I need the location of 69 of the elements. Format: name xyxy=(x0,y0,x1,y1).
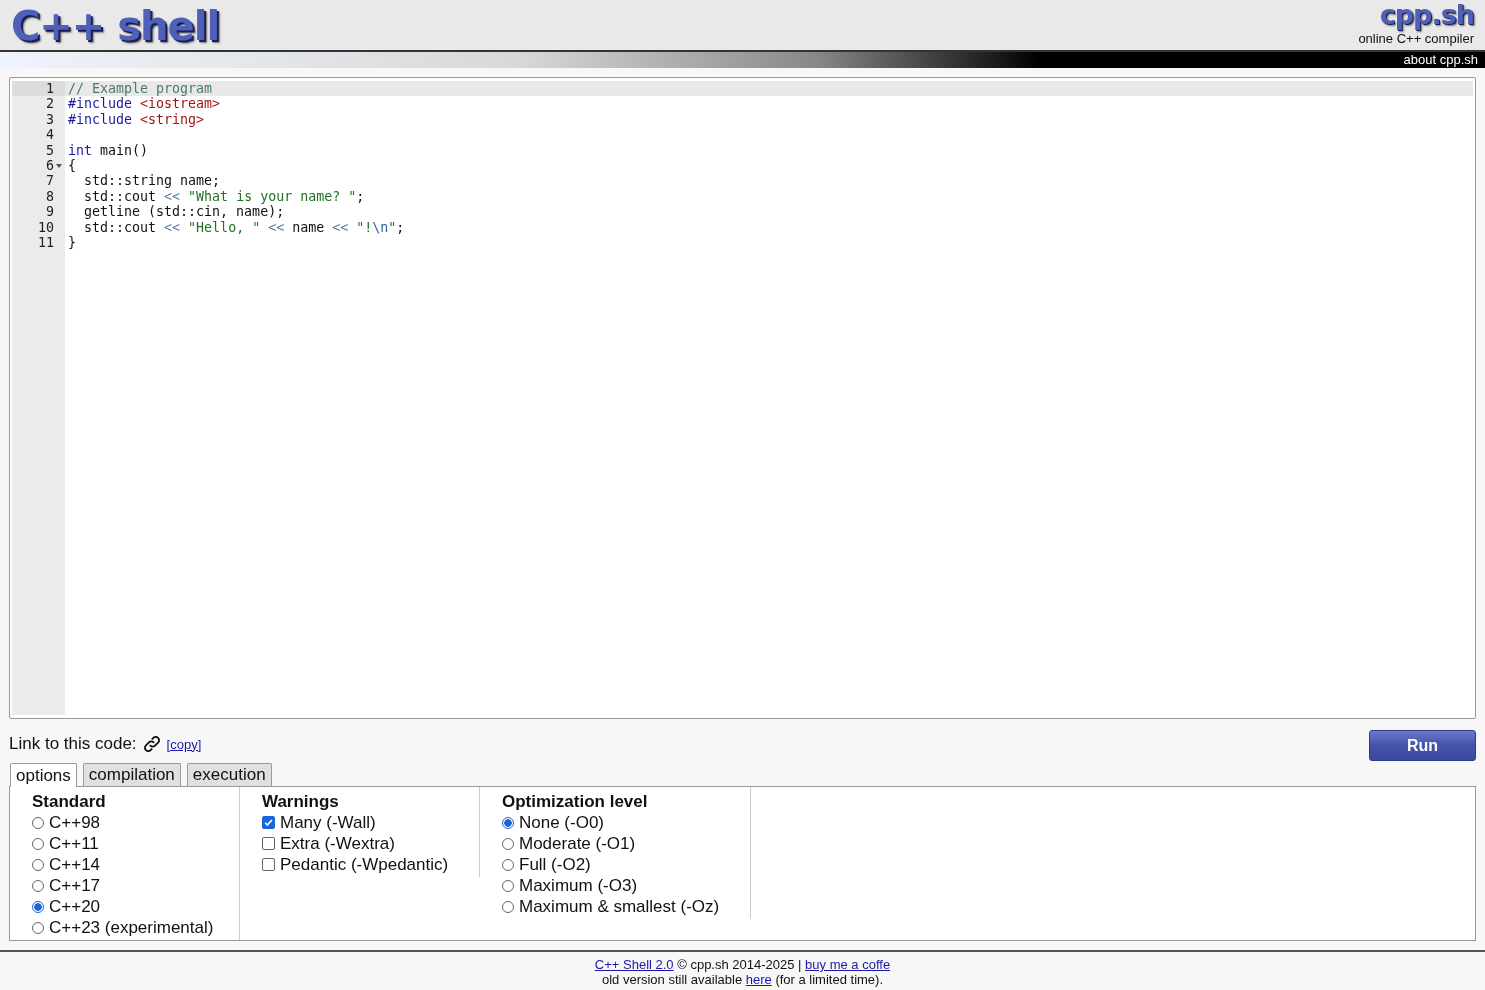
radio-button[interactable] xyxy=(502,858,514,871)
checkbox[interactable] xyxy=(262,858,275,871)
line-number: 7 xyxy=(46,173,54,189)
about-link[interactable]: about cpp.sh xyxy=(1403,52,1478,68)
line-number: 1 xyxy=(46,81,54,97)
radio-button[interactable] xyxy=(502,837,514,850)
code-line: std::cout << "Hello, " << name << "!\n"; xyxy=(83,219,405,235)
site-logo[interactable]: cpp.sh xyxy=(1379,0,1474,30)
option-label: Maximum & smallest (-Oz) xyxy=(519,896,720,917)
option-label: C++17 xyxy=(49,875,101,896)
code-line: { xyxy=(68,157,76,173)
line-number: 5 xyxy=(46,142,54,158)
radio-button[interactable] xyxy=(502,900,514,913)
option-label: Maximum (-O3) xyxy=(519,875,638,896)
footer-text: old version still available here (for a limited time). xyxy=(600,972,885,987)
option-label: Moderate (-O1) xyxy=(519,833,636,854)
site-title[interactable]: C++ shell xyxy=(11,1,220,51)
link-icon[interactable] xyxy=(141,734,162,754)
radio-button[interactable] xyxy=(32,921,44,934)
option-label: Many (-Wall) xyxy=(280,812,376,833)
line-number: 8 xyxy=(46,188,54,205)
footer-link[interactable]: C++ Shell 2.0 xyxy=(594,957,674,972)
option-label: Full (-O2) xyxy=(519,854,591,875)
radio-button[interactable] xyxy=(32,900,44,913)
code-line: getline (std::cin, name); xyxy=(83,204,285,220)
line-number: 6 xyxy=(46,157,54,174)
run-button[interactable]: Run xyxy=(1369,730,1476,761)
option-label: Extra (-Wextra) xyxy=(280,833,395,854)
fold-caret-icon[interactable] xyxy=(56,163,62,168)
tab[interactable]: options xyxy=(10,763,77,787)
option-label: C++23 (experimental) xyxy=(49,917,214,938)
line-number: 11 xyxy=(38,234,54,251)
line-number: 3 xyxy=(46,111,54,128)
option-label: None (-O0) xyxy=(519,812,605,833)
tab[interactable]: execution xyxy=(186,763,272,786)
radio-button[interactable] xyxy=(502,879,514,892)
code-line: #include <iostream> xyxy=(68,96,221,112)
option-label: C++20 xyxy=(49,896,101,917)
line-number: 9 xyxy=(46,204,54,220)
option-label: C++98 xyxy=(49,812,101,833)
code-line: } xyxy=(68,234,76,250)
footer-link[interactable]: buy me a coffe xyxy=(805,957,891,972)
radio-button[interactable] xyxy=(32,858,44,871)
group-title: Optimization level xyxy=(502,791,649,812)
radio-button[interactable] xyxy=(32,879,44,892)
copy-link[interactable]: [copy] xyxy=(166,736,202,752)
line-number: 4 xyxy=(46,127,54,143)
group-title: Standard xyxy=(32,791,107,812)
footer-link[interactable]: here xyxy=(745,972,772,987)
code-line: #include <string> xyxy=(68,111,205,127)
radio-button[interactable] xyxy=(32,837,44,850)
code-line: std::string name; xyxy=(83,173,221,189)
radio-button[interactable] xyxy=(502,816,514,829)
line-number: 2 xyxy=(46,96,54,112)
link-label: Link to this code: xyxy=(9,734,137,754)
radio-button[interactable] xyxy=(32,816,44,829)
group-title: Warnings xyxy=(262,791,340,812)
code-line: // Example program xyxy=(68,81,213,96)
option-label: Pedantic (-Wpedantic) xyxy=(280,854,449,875)
code-line: std::cout << "What is your name? "; xyxy=(83,188,365,204)
footer-text: C++ Shell 2.0 © cpp.sh 2014-2025 | buy me a coffe xyxy=(593,957,892,972)
checkbox[interactable] xyxy=(262,816,275,829)
site-subtitle: online C++ compiler xyxy=(1358,31,1474,47)
option-label: C++11 xyxy=(49,833,99,854)
line-number: 10 xyxy=(38,219,54,235)
code-line: int main() xyxy=(68,142,149,158)
tab[interactable]: compilation xyxy=(82,763,181,786)
option-label: C++14 xyxy=(49,854,101,875)
checkbox[interactable] xyxy=(262,837,275,850)
